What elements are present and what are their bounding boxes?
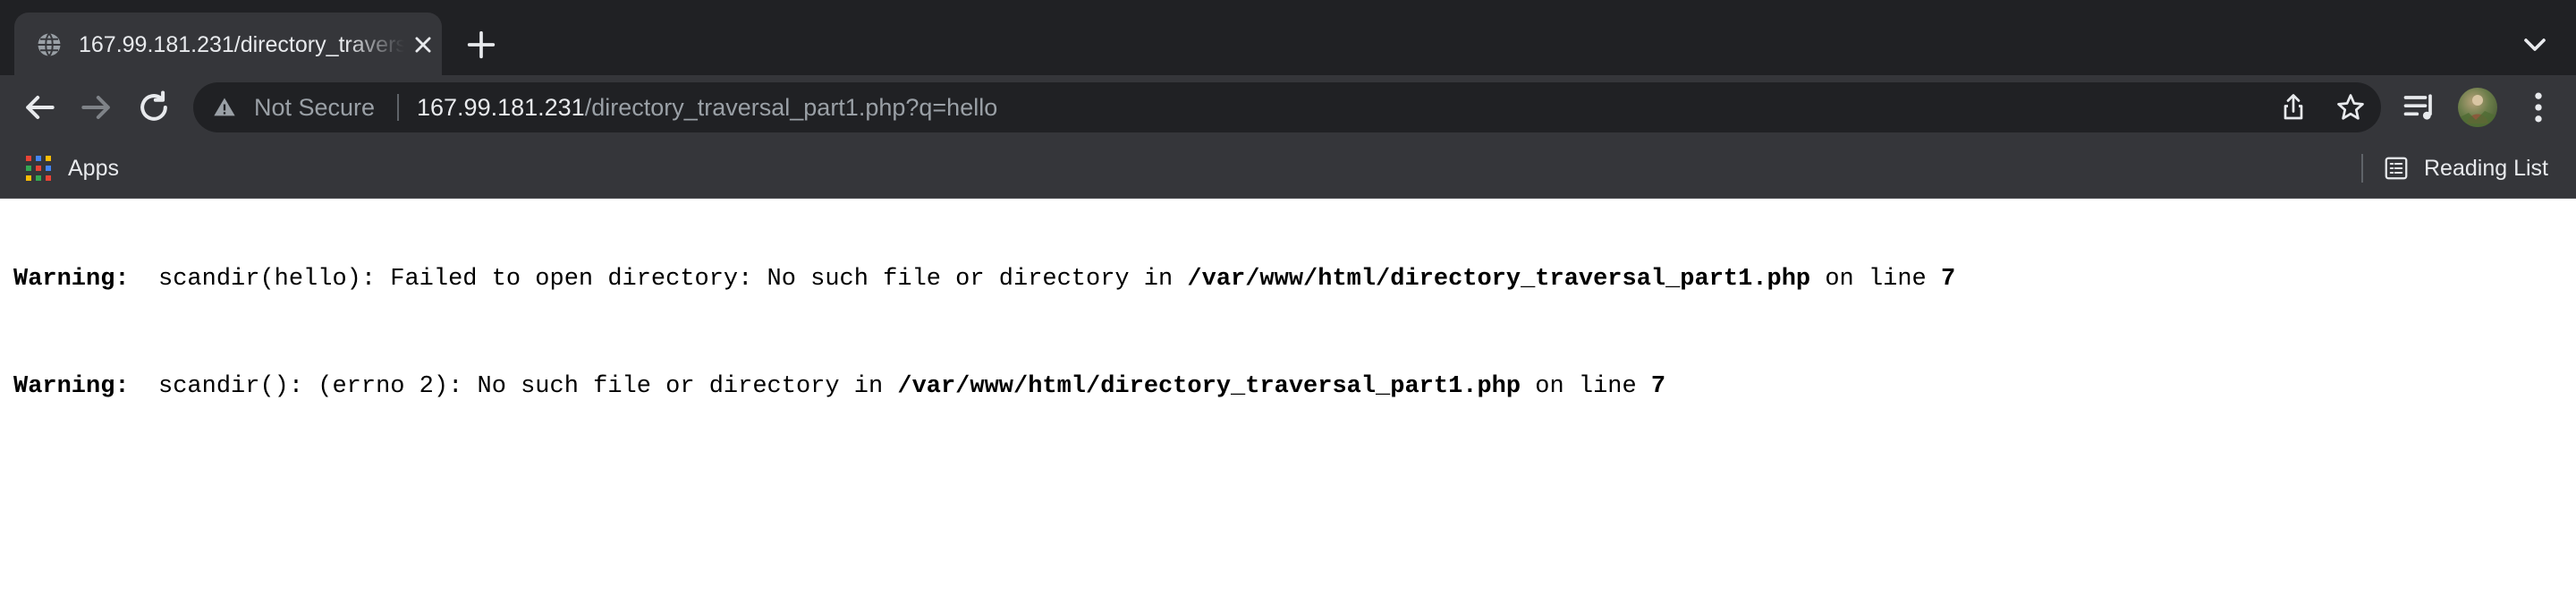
profile-avatar[interactable]: [2458, 88, 2497, 127]
tab-strip: 167.99.181.231/directory_traversal_part1…: [0, 0, 2576, 75]
url-path: /directory_traversal_part1.php?q=hello: [584, 94, 998, 121]
address-bar[interactable]: Not Secure 167.99.181.231/directory_trav…: [193, 82, 2381, 132]
bookmarks-bar: Apps Reading List: [0, 140, 2576, 199]
warning-file: /var/www/html/directory_traversal_part1.…: [897, 373, 1521, 400]
browser-chrome: 167.99.181.231/directory_traversal_part1…: [0, 0, 2576, 199]
close-tab-icon[interactable]: [408, 30, 438, 60]
warning-triangle-icon[interactable]: [211, 95, 238, 120]
warning-label: Warning: [13, 266, 115, 293]
security-status-label[interactable]: Not Secure: [254, 82, 375, 132]
warning-line-text: on line: [1535, 373, 1637, 400]
warning-line-text: on line: [1825, 266, 1927, 293]
omnibox-divider: [397, 94, 399, 121]
tab-title: 167.99.181.231/directory_traversal_part1…: [79, 32, 404, 57]
php-warning: Warning: scandir(hello): Failed to open …: [13, 264, 1955, 294]
avatar-image: [2458, 95, 2497, 127]
reload-icon[interactable]: [134, 88, 174, 127]
php-warning: Warning: scandir(): (errno 2): No such f…: [13, 371, 1665, 402]
reading-list-link[interactable]: Reading List: [2424, 140, 2548, 199]
warning-label: Warning: [13, 373, 115, 400]
reading-list-icon[interactable]: [2383, 155, 2410, 182]
warning-colon: :: [114, 373, 130, 400]
chevron-down-icon[interactable]: [2517, 27, 2553, 63]
warning-message: scandir(): (errno 2): No such file or di…: [158, 373, 884, 400]
back-arrow-icon[interactable]: [20, 88, 59, 127]
bookmarks-divider: [2361, 154, 2363, 183]
new-tab-plus-icon[interactable]: [463, 27, 499, 63]
apps-grid-icon[interactable]: [25, 155, 52, 182]
active-tab[interactable]: 167.99.181.231/directory_traversal_part1…: [14, 13, 442, 75]
apps-link[interactable]: Apps: [68, 140, 119, 199]
forward-arrow-icon[interactable]: [77, 88, 116, 127]
warning-message: scandir(hello): Failed to open directory…: [158, 266, 1174, 293]
page-content: Warning: scandir(hello): Failed to open …: [0, 199, 2576, 605]
warning-colon: :: [114, 266, 130, 293]
warning-file: /var/www/html/directory_traversal_part1.…: [1187, 266, 1811, 293]
url-host: 167.99.181.231: [417, 94, 585, 121]
more-vertical-icon[interactable]: [2519, 88, 2558, 127]
toolbar: Not Secure 167.99.181.231/directory_trav…: [0, 75, 2576, 140]
share-icon[interactable]: [2277, 91, 2309, 124]
globe-icon: [38, 32, 61, 57]
warning-line-number: 7: [1940, 266, 1956, 293]
bookmark-star-icon[interactable]: [2334, 91, 2367, 124]
warning-line-number: 7: [1650, 373, 1666, 400]
url-text[interactable]: 167.99.181.231/directory_traversal_part1…: [417, 82, 997, 132]
media-queue-icon[interactable]: [2401, 88, 2440, 127]
